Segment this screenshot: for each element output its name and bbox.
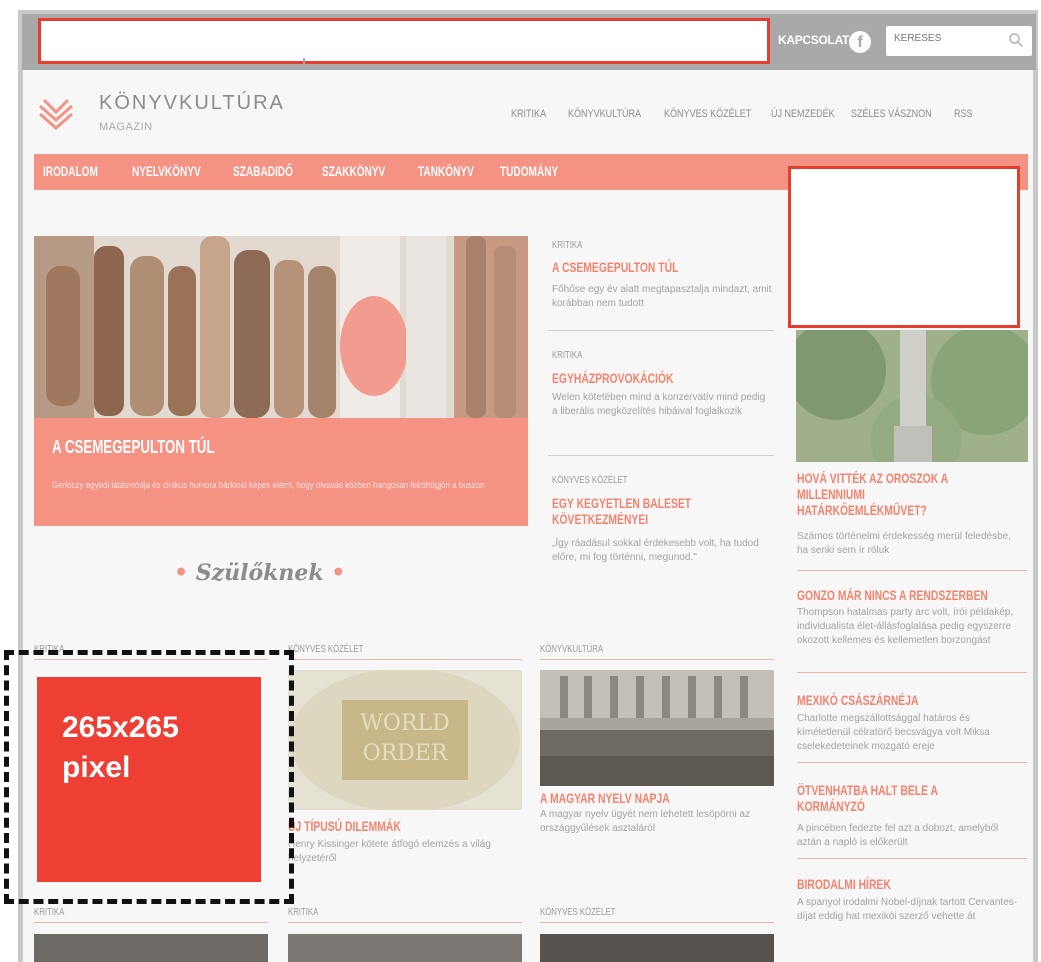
side-article-description: A spanyol irodalmi Nobel-díjnak tartott … — [797, 897, 1018, 922]
divider — [797, 570, 1027, 571]
divider — [797, 672, 1027, 673]
side-article-title[interactable]: GONZO MÁR NINCS A RENDSZERBEN — [797, 587, 989, 603]
divider — [548, 330, 774, 331]
grid-article-title[interactable]: ÚJ TÍPUSÚ DILEMMÁK — [288, 818, 436, 834]
side-ad-placeholder[interactable] — [788, 166, 1020, 328]
grid-article-description: A magyar nyelv ügyét nem lehetett lesöpö… — [540, 809, 751, 834]
hero-description: Gerlóczy egyedi látásmódja és cinikus hu… — [52, 480, 485, 491]
top-banner-ad-placeholder[interactable] — [38, 18, 770, 64]
side-article-description: Számos történelmi érdekesség merül feled… — [797, 531, 1011, 556]
divider — [797, 858, 1027, 859]
topnav-item-konyvkultura[interactable]: KÖNYVKULTÚRA — [568, 108, 641, 120]
grid-kicker: KRITIKA — [34, 907, 65, 918]
topnav-item-kritika[interactable]: KRITIKA — [511, 108, 546, 120]
grid-article-image[interactable]: WORLD ORDER — [288, 670, 522, 810]
category-tudomany[interactable]: TUDOMÁNY — [500, 163, 558, 179]
article-kicker: KRITIKA — [552, 240, 583, 251]
ad-dashed-outline — [4, 650, 294, 904]
article-title[interactable]: EGYHÁZPROVOKÁCIÓK — [552, 370, 715, 386]
facebook-icon[interactable]: f — [849, 31, 871, 53]
article-title[interactable]: A CSEMEGEPULTON TÚL — [552, 259, 715, 275]
article-title[interactable]: EGY KEGYETLEN BALESET KÖVETKEZMÉNYEI — [552, 495, 700, 527]
side-article-description: Charlotte megszállottsággal határos és k… — [797, 713, 990, 752]
divider — [548, 455, 774, 456]
category-tankonyv[interactable]: TANKÖNYV — [418, 163, 474, 179]
grid-kicker: KRITIKA — [288, 907, 319, 918]
site-title[interactable]: KÖNYVKULTÚRA — [99, 92, 285, 115]
side-article-title[interactable]: ÖTVENHATBA HALT BELE A KORMÁNYZÓ — [797, 782, 945, 814]
article-kicker: KRITIKA — [552, 350, 583, 361]
search-box[interactable] — [886, 26, 1032, 56]
topnav-item-konyves-kozelet[interactable]: KÖNYVES KÖZÉLET — [664, 108, 751, 120]
grid-article-image[interactable] — [288, 934, 522, 962]
section-heading-szuloknek[interactable]: • Szülőknek • — [174, 560, 345, 586]
category-irodalom[interactable]: IRODALOM — [43, 163, 98, 179]
grid-article-title[interactable]: A MAGYAR NYELV NAPJA — [540, 790, 710, 806]
category-szakkonyv[interactable]: SZAKKÖNYV — [322, 163, 385, 179]
divider — [540, 922, 774, 923]
grid-kicker: KÖNYVKULTÚRA — [540, 644, 604, 655]
grid-article-image[interactable] — [34, 934, 268, 962]
article-description: Welen kötetében mind a konzervatív mind … — [552, 392, 766, 417]
article-description: Főhőse egy év alatt megtapasztalja minda… — [552, 284, 772, 309]
grid-kicker: KÖNYVES KÖZÉLET — [288, 644, 364, 655]
hero-image[interactable] — [34, 236, 528, 418]
grid-article-image[interactable] — [540, 670, 774, 786]
category-szabadido[interactable]: SZABADIDŐ — [233, 163, 293, 179]
contact-link[interactable]: KAPCSOLAT — [778, 33, 849, 47]
order-image-text: ORDER — [363, 741, 449, 766]
search-icon[interactable] — [1008, 32, 1024, 48]
search-input[interactable] — [894, 33, 1004, 44]
site-subtitle: MAGAZIN — [99, 121, 153, 133]
grid-article-image[interactable] — [540, 934, 774, 962]
side-article-title[interactable]: MEXIKÓ CSÁSZÁRNÉJA — [797, 692, 964, 708]
article-description: „Így ráadásul sokkal érdekesebb volt, ha… — [552, 538, 759, 563]
topnav-item-rss[interactable]: RSS — [954, 108, 973, 120]
side-article-title[interactable]: BIRODALMI HÍREK — [797, 876, 964, 892]
divider — [288, 922, 522, 923]
logo-icon[interactable] — [36, 92, 76, 132]
side-article-description: Thompson hatalmas party arc volt, írói p… — [797, 607, 1014, 646]
grid-kicker: KÖNYVES KÖZÉLET — [540, 907, 616, 918]
side-article-title[interactable]: HOVÁ VITTÉK AZ OROSZOK A MILLENNIUMI HAT… — [797, 470, 964, 518]
hero-caption-box[interactable] — [34, 418, 528, 526]
article-kicker: KÖNYVES KÖZÉLET — [552, 475, 628, 486]
world-image-text: WORLD — [360, 711, 449, 736]
side-article-image[interactable] — [796, 330, 1028, 462]
divider — [288, 659, 522, 660]
topnav-item-szeles-vasznon[interactable]: SZÉLES VÁSZNON — [851, 108, 932, 120]
divider — [797, 762, 1027, 763]
topnav-item-uj-nemzedek[interactable]: ÚJ NEMZEDÉK — [771, 108, 835, 120]
hero-title[interactable]: A CSEMEGEPULTON TÚL — [52, 437, 215, 458]
divider — [540, 659, 774, 660]
category-nyelvkonyv[interactable]: NYELVKÖNYV — [132, 163, 201, 179]
side-article-description: A pincében fedezte fel azt a dobozt, ame… — [797, 823, 999, 848]
divider — [34, 922, 268, 923]
grid-article-description: Henry Kissinger kötete átfogó elemzés a … — [288, 839, 491, 864]
ad-divider — [303, 58, 305, 64]
